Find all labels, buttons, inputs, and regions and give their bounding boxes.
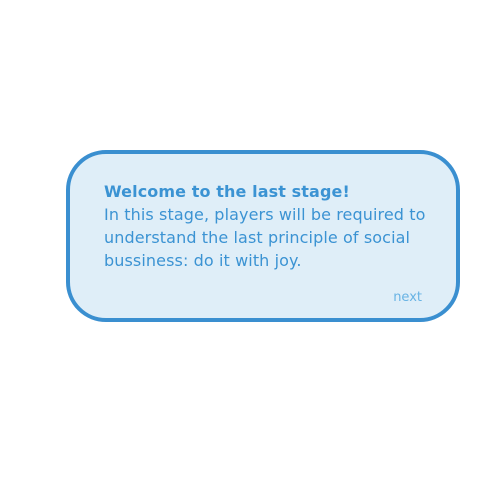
game-screen: Welcome to the last stage! In this stage… xyxy=(0,0,500,500)
dialog-text-block: Welcome to the last stage! In this stage… xyxy=(104,180,444,272)
dialog-title: Welcome to the last stage! xyxy=(104,182,350,201)
dialog-message: In this stage, players will be required … xyxy=(104,205,426,270)
stage-intro-dialog: Welcome to the last stage! In this stage… xyxy=(66,150,460,322)
next-button[interactable]: next xyxy=(393,290,422,306)
